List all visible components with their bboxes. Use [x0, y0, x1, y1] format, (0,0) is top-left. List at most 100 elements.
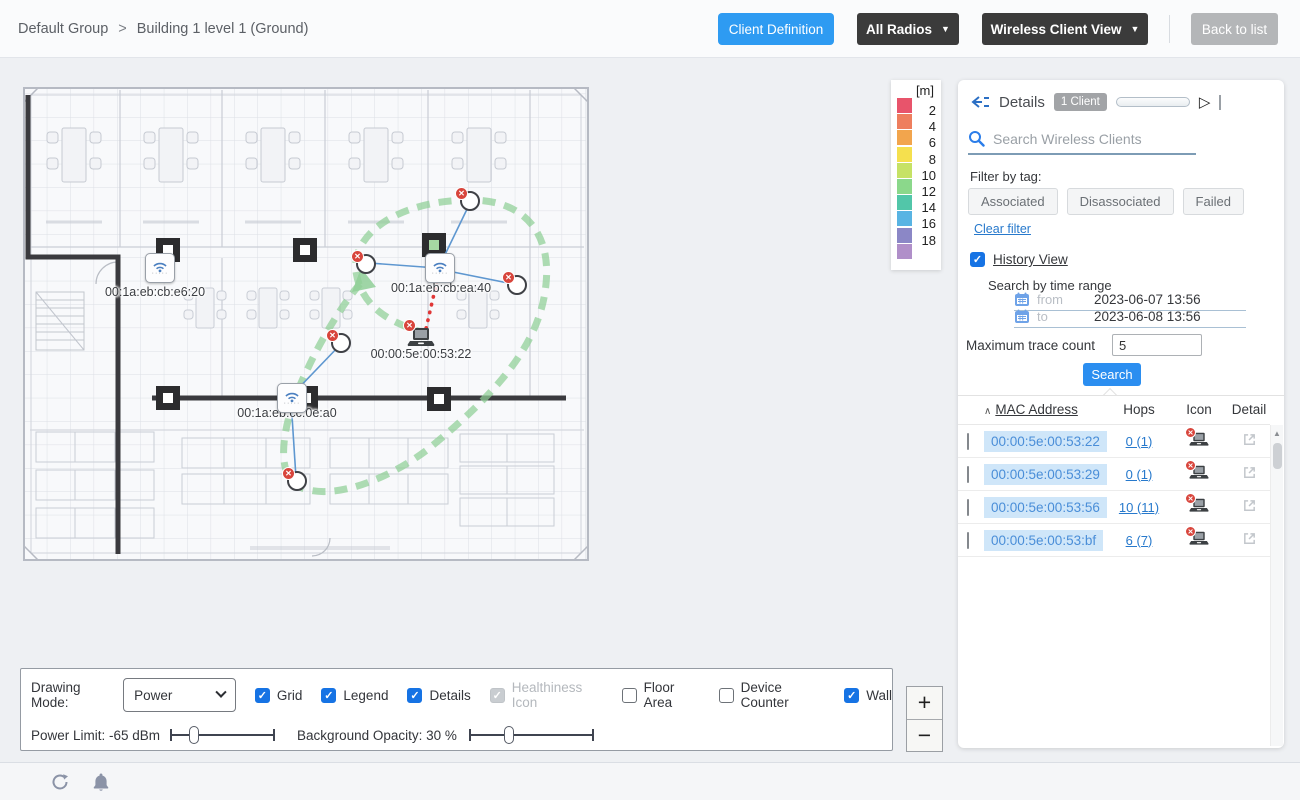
history-view-toggle[interactable]: History View — [970, 252, 1068, 267]
search-wireless-clients-input[interactable] — [993, 131, 1183, 147]
client-laptop-icon[interactable]: ✕ — [1189, 432, 1209, 447]
checkbox-grid[interactable]: Grid — [255, 688, 303, 703]
error-badge-icon: ✕ — [1185, 526, 1196, 537]
client-marker[interactable]: ✕ — [507, 275, 527, 295]
detail-header: Detail — [1228, 402, 1270, 417]
scroll-up-icon[interactable]: ▲ — [1273, 425, 1281, 438]
table-scrollbar[interactable]: ▲ — [1270, 425, 1283, 746]
from-label: from — [1037, 292, 1069, 307]
calendar-icon[interactable] — [1014, 292, 1030, 307]
filter-chip-disassociated[interactable]: Disassociated — [1067, 188, 1174, 215]
ap-marker[interactable]: ····· — [145, 253, 175, 283]
filter-chip-associated[interactable]: Associated — [968, 188, 1058, 215]
calendar-icon[interactable] — [1014, 309, 1030, 324]
footer-bar — [0, 762, 1300, 800]
view-mode-label: Wireless Client View — [991, 22, 1122, 37]
row-checkbox[interactable] — [967, 433, 969, 450]
max-trace-label: Maximum trace count — [966, 338, 1095, 353]
device-counter-checkbox[interactable] — [719, 688, 734, 703]
zoom-out-button[interactable]: − — [907, 720, 942, 752]
open-detail-icon[interactable] — [1242, 531, 1257, 546]
hops-link[interactable]: 0 (1) — [1126, 434, 1153, 449]
row-checkbox[interactable] — [967, 532, 969, 549]
search-button[interactable]: Search — [1083, 363, 1141, 386]
floor-area-checkbox[interactable] — [622, 688, 637, 703]
checkbox-legend[interactable]: Legend — [321, 688, 388, 703]
mac-address-header[interactable]: ∧MAC Address — [984, 402, 1108, 417]
client-definition-button[interactable]: Client Definition — [718, 13, 834, 45]
refresh-icon[interactable] — [50, 772, 70, 792]
error-badge-icon: ✕ — [282, 467, 295, 480]
client-mac-label: 00:00:5e:00:53:22 — [371, 347, 472, 361]
max-trace-count-input[interactable] — [1112, 334, 1202, 356]
open-detail-icon[interactable] — [1242, 498, 1257, 513]
client-marker[interactable]: ✕ — [287, 471, 307, 491]
client-mac[interactable]: 00:00:5e:00:53:29 — [984, 464, 1107, 485]
error-badge-icon: ✕ — [1185, 493, 1196, 504]
client-laptop-icon[interactable]: ✕ — [1189, 498, 1209, 513]
wireless-floorplan-app: Default Group > Building 1 level 1 (Grou… — [0, 0, 1300, 800]
checkbox-floor-area[interactable]: Floor Area — [622, 680, 700, 710]
ap-marker[interactable]: ····· — [425, 253, 455, 283]
play-icon[interactable]: ▷ — [1199, 95, 1211, 110]
checkbox-details[interactable]: Details — [407, 688, 470, 703]
checkbox-wall[interactable]: Wall — [844, 688, 892, 703]
wall-checkbox[interactable] — [844, 688, 859, 703]
power-limit-slider[interactable] — [170, 725, 275, 745]
power-limit-slider-thumb[interactable] — [189, 726, 199, 744]
hops-link[interactable]: 6 (7) — [1126, 533, 1153, 548]
open-detail-icon[interactable] — [1242, 432, 1257, 447]
toolbar-divider — [1169, 15, 1170, 43]
error-badge-icon: ✕ — [403, 319, 416, 332]
client-mac[interactable]: 00:00:5e:00:53:56 — [984, 497, 1107, 518]
legend-checkbox[interactable] — [321, 688, 336, 703]
panel-title: Details — [999, 94, 1045, 111]
zoom-in-button[interactable]: + — [907, 687, 942, 719]
ap-dots: ····· — [284, 402, 301, 406]
row-checkbox[interactable] — [967, 466, 969, 483]
filter-chip-failed[interactable]: Failed — [1183, 188, 1244, 215]
back-to-list-button[interactable]: Back to list — [1191, 13, 1278, 45]
legend-swatch — [897, 179, 912, 194]
client-laptop-icon[interactable]: ✕ — [1189, 531, 1209, 546]
to-value[interactable]: 2023-06-08 13:56 — [1094, 309, 1201, 324]
bg-opacity-slider[interactable] — [469, 725, 594, 745]
ap-marker[interactable]: ····· — [277, 383, 307, 413]
bg-opacity-slider-thumb[interactable] — [504, 726, 514, 744]
grid-checkbox[interactable] — [255, 688, 270, 703]
all-radios-dropdown[interactable]: All Radios ▼ — [857, 13, 959, 45]
legend-swatch — [897, 147, 912, 162]
breadcrumb-group[interactable]: Default Group — [18, 21, 108, 37]
top-bar: Default Group > Building 1 level 1 (Grou… — [0, 0, 1300, 58]
collapse-panel-icon[interactable] — [970, 94, 990, 110]
client-marker[interactable]: ✕ — [460, 191, 480, 211]
row-checkbox[interactable] — [967, 499, 969, 516]
open-detail-icon[interactable] — [1242, 465, 1257, 480]
client-marker[interactable]: ✕ — [356, 254, 376, 274]
client-marker[interactable]: ✕ — [331, 333, 351, 353]
scrollbar-thumb[interactable] — [1273, 443, 1282, 469]
client-laptop-icon[interactable]: ✕ — [1189, 465, 1209, 480]
hops-link[interactable]: 10 (11) — [1119, 500, 1159, 515]
client-mac[interactable]: 00:00:5e:00:53:bf — [984, 530, 1103, 551]
hops-link[interactable]: 0 (1) — [1126, 467, 1153, 482]
legend-swatch — [897, 114, 912, 129]
details-checkbox[interactable] — [407, 688, 422, 703]
history-view-checkbox[interactable] — [970, 252, 985, 267]
clear-filter-link[interactable]: Clear filter — [974, 222, 1031, 236]
playback-timeline-slider[interactable] — [1116, 97, 1190, 107]
from-value[interactable]: 2023-06-07 13:56 — [1094, 292, 1201, 307]
floor-plan-canvas[interactable] — [0, 60, 950, 760]
drawing-mode-select[interactable]: Power — [123, 678, 236, 712]
laptop-marker[interactable]: ✕ — [407, 327, 435, 348]
bg-opacity-label: Background Opacity: 30 % — [297, 728, 457, 743]
client-mac[interactable]: 00:00:5e:00:53:22 — [984, 431, 1107, 452]
legend-swatch — [897, 98, 912, 113]
legend-swatch — [897, 130, 912, 145]
checkbox-device-counter[interactable]: Device Counter — [719, 680, 826, 710]
icon-header: Icon — [1170, 402, 1228, 417]
view-mode-dropdown[interactable]: Wireless Client View ▼ — [982, 13, 1148, 45]
bell-icon[interactable] — [92, 772, 110, 792]
filter-by-tag-label: Filter by tag: — [970, 169, 1042, 184]
caret-down-icon: ▼ — [1131, 24, 1140, 34]
